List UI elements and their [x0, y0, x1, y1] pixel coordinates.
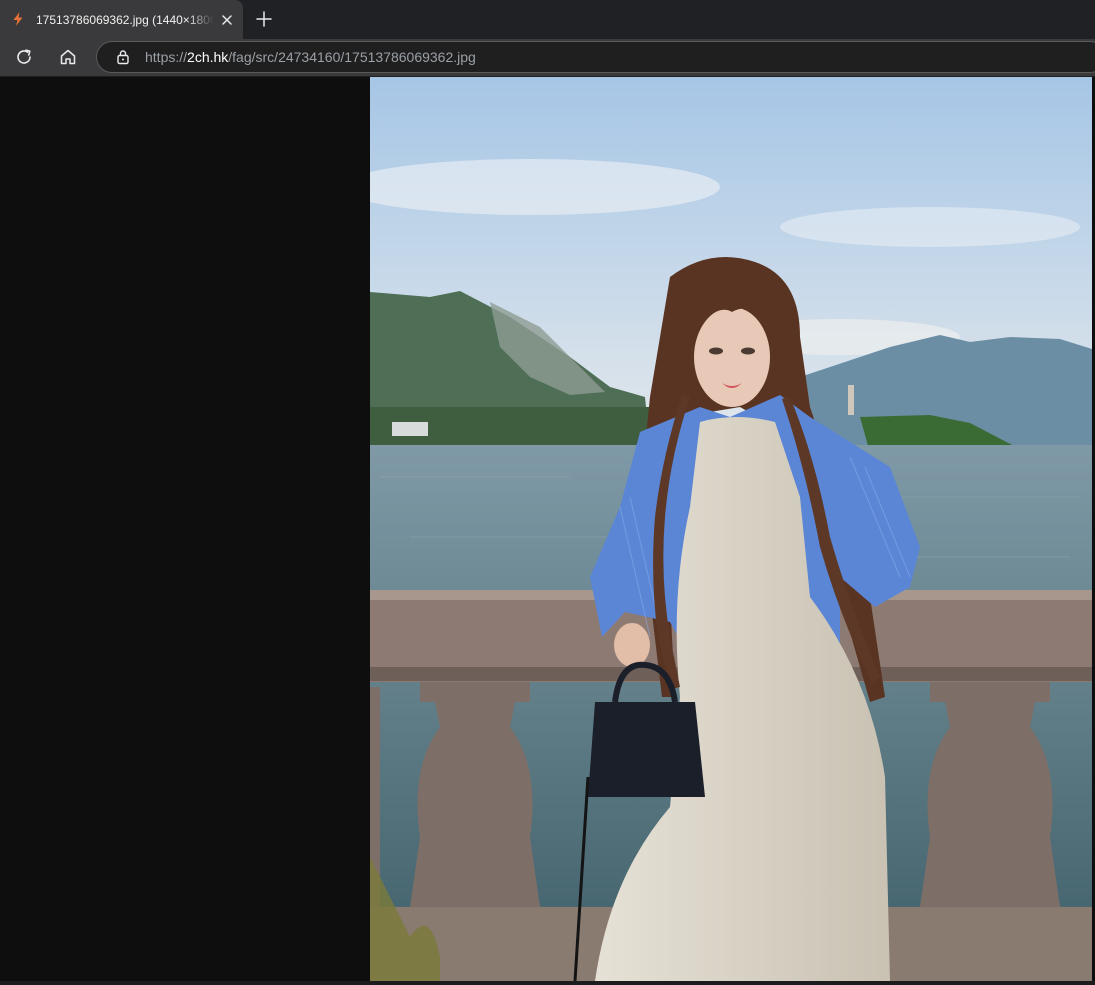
url-host: 2ch.hk — [187, 49, 229, 65]
plus-icon[interactable] — [255, 10, 273, 28]
reload-icon[interactable] — [14, 47, 34, 67]
browser-window: 17513786069362.jpg (1440×1800) https://2… — [0, 0, 1095, 985]
face — [694, 307, 770, 407]
url-path: /fag/src/24734160/17513786069362.jpg — [228, 49, 476, 65]
page-viewport — [0, 77, 1095, 981]
url-scheme: https:// — [145, 49, 188, 65]
address-bar[interactable]: https://2ch.hk/fag/src/24734160/17513786… — [96, 41, 1095, 73]
window-bottom-edge — [0, 981, 1095, 985]
toolbar: https://2ch.hk/fag/src/24734160/17513786… — [0, 39, 1095, 77]
photo-illustration — [370, 77, 1092, 981]
home-icon[interactable] — [58, 47, 78, 67]
black-handbag — [588, 702, 705, 797]
lock-icon[interactable] — [115, 49, 131, 65]
url-text[interactable]: https://2ch.hk/fag/src/24734160/17513786… — [145, 49, 476, 66]
bolt-icon — [10, 11, 26, 27]
close-icon[interactable] — [219, 12, 235, 28]
tab-active[interactable]: 17513786069362.jpg (1440×1800) — [0, 0, 243, 39]
displayed-image[interactable] — [370, 77, 1092, 981]
tab-title: 17513786069362.jpg (1440×1800) — [36, 13, 214, 27]
tab-strip: 17513786069362.jpg (1440×1800) — [0, 0, 1095, 39]
